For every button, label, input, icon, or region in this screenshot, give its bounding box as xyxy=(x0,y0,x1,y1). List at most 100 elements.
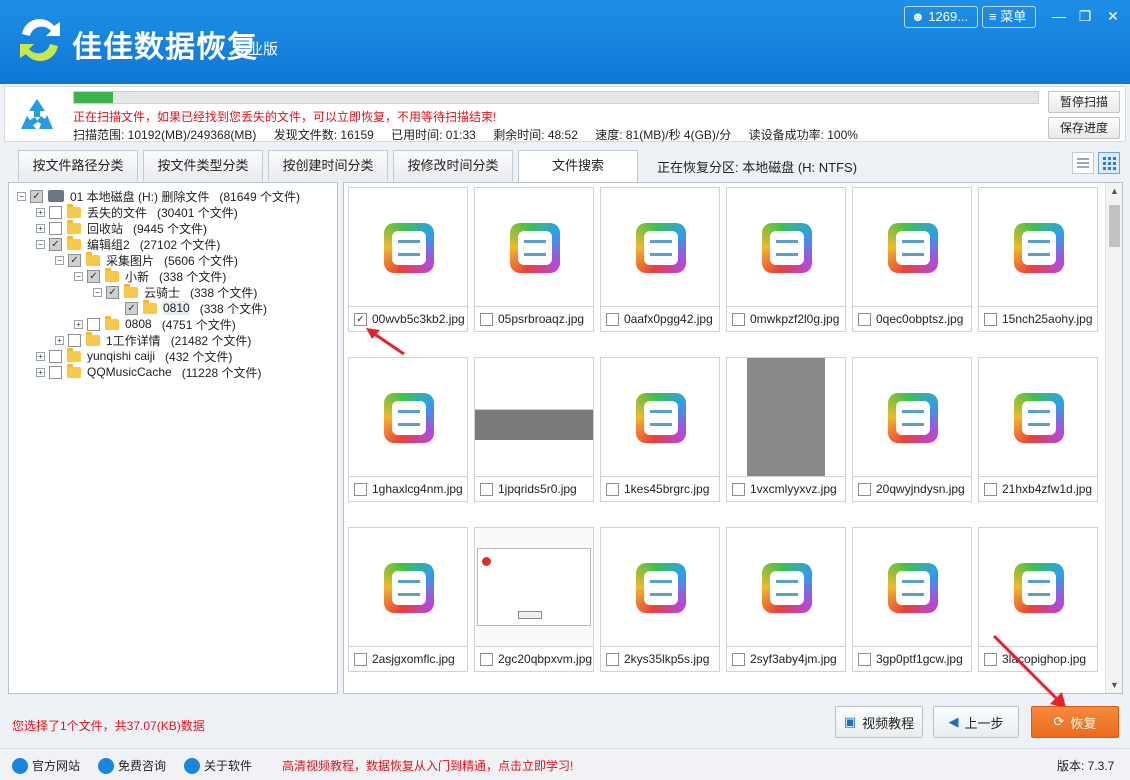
tree-node-work-details[interactable]: + 1工作详情 (21482 个文件) xyxy=(55,331,251,348)
tree-node-xiaoxin[interactable]: − ✓ 小新 (338 个文件) xyxy=(74,267,226,284)
save-progress-button[interactable]: 保存进度 xyxy=(1048,117,1120,139)
expand-toggle-icon[interactable]: + xyxy=(36,207,45,217)
file-tile[interactable]: 15nch25aohy.jpg xyxy=(978,187,1098,333)
file-tile[interactable]: 1kes45brgrc.jpg xyxy=(600,357,720,503)
file-thumbnail[interactable] xyxy=(348,357,468,477)
file-name-row[interactable]: 1ghaxlcg4nm.jpg xyxy=(348,476,468,502)
file-tile[interactable]: ✓ 00wvb5c3kb2.jpg xyxy=(348,187,468,333)
file-tile[interactable]: 0qec0obptsz.jpg xyxy=(852,187,972,333)
file-tile[interactable]: 0aafx0pgg42.jpg xyxy=(600,187,720,333)
file-checkbox[interactable] xyxy=(606,482,619,496)
file-thumbnail[interactable] xyxy=(474,357,594,477)
video-tutorial-button[interactable]: ▣ 视频教程 xyxy=(835,706,923,738)
file-name-row[interactable]: 0qec0obptsz.jpg xyxy=(852,306,972,332)
file-checkbox[interactable] xyxy=(732,312,745,326)
back-button[interactable]: ◀ 上一步 xyxy=(933,706,1019,738)
tree-node-yunqishi[interactable]: − ✓ 云骑士 (338 个文件) xyxy=(93,283,257,300)
menu-button[interactable]: ≡ 菜单 xyxy=(982,6,1036,28)
tree-node-recycle-bin[interactable]: + 回收站 (9445 个文件) xyxy=(36,219,207,236)
file-checkbox[interactable] xyxy=(480,652,493,666)
file-checkbox[interactable] xyxy=(732,482,745,496)
file-thumbnail[interactable] xyxy=(600,527,720,647)
file-name-row[interactable]: 2syf3aby4jm.jpg xyxy=(726,646,846,672)
file-name-row[interactable]: 2kys35lkp5s.jpg xyxy=(600,646,720,672)
expand-toggle-icon[interactable]: + xyxy=(36,223,45,233)
file-thumbnail[interactable] xyxy=(978,187,1098,307)
tree-checkbox[interactable]: ✓ xyxy=(87,269,100,283)
file-checkbox[interactable] xyxy=(858,482,871,496)
file-thumbnail[interactable] xyxy=(852,527,972,647)
file-tile[interactable]: 20qwyjndysn.jpg xyxy=(852,357,972,503)
file-checkbox[interactable] xyxy=(858,312,871,326)
expand-toggle-icon[interactable]: + xyxy=(36,367,45,377)
file-thumbnail[interactable] xyxy=(726,187,846,307)
file-checkbox[interactable]: ✓ xyxy=(354,312,367,326)
file-tile[interactable]: 21hxb4zfw1d.jpg xyxy=(978,357,1098,503)
restore-icon[interactable]: ❐ xyxy=(1074,6,1096,26)
scroll-up-icon[interactable]: ▲ xyxy=(1106,183,1122,199)
file-name-row[interactable]: 2asjgxomflc.jpg xyxy=(348,646,468,672)
file-tile[interactable]: 2syf3aby4jm.jpg xyxy=(726,527,846,673)
tree-checkbox[interactable]: ✓ xyxy=(30,189,43,203)
tree-node-yunqishi-caiji[interactable]: + yunqishi caiji (432 个文件) xyxy=(36,347,232,364)
file-thumbnail[interactable] xyxy=(348,527,468,647)
file-checkbox[interactable] xyxy=(858,652,871,666)
tree-checkbox[interactable] xyxy=(49,349,62,363)
file-thumbnail[interactable] xyxy=(474,527,594,647)
tree-node-drive[interactable]: − ✓ 01 本地磁盘 (H:) 删除文件 (81649 个文件) xyxy=(17,188,300,204)
tab-by-path[interactable]: 按文件路径分类 xyxy=(18,150,138,181)
about-software-link[interactable]: 关于软件 xyxy=(184,757,252,774)
file-tile[interactable]: 2asjgxomflc.jpg xyxy=(348,527,468,673)
file-checkbox[interactable] xyxy=(480,482,493,496)
scroll-down-icon[interactable]: ▼ xyxy=(1106,677,1122,693)
expand-toggle-icon[interactable]: + xyxy=(55,335,64,345)
file-thumbnail[interactable] xyxy=(852,357,972,477)
file-tile[interactable]: 0mwkpzf2l0g.jpg xyxy=(726,187,846,333)
recover-button[interactable]: ⟳ 恢复 xyxy=(1031,706,1119,738)
tree-node-0808[interactable]: + 0808 (4751 个文件) xyxy=(74,315,236,332)
file-name-row[interactable]: 2gc20qbpxvm.jpg xyxy=(474,646,594,672)
tree-node-qqmusiccache[interactable]: + QQMusicCache (11228 个文件) xyxy=(36,363,262,380)
file-name-row[interactable]: 0mwkpzf2l0g.jpg xyxy=(726,306,846,332)
tree-node-edit-group[interactable]: − ✓ 编辑组2 (27102 个文件) xyxy=(36,235,220,252)
file-tile[interactable]: 05psrbroaqz.jpg xyxy=(474,187,594,333)
file-checkbox[interactable] xyxy=(354,652,367,666)
file-checkbox[interactable] xyxy=(984,482,997,496)
tab-by-modified-time[interactable]: 按修改时间分类 xyxy=(393,150,513,181)
file-thumbnail[interactable] xyxy=(726,357,846,477)
file-name-row[interactable]: 1jpqrids5r0.jpg xyxy=(474,476,594,502)
file-checkbox[interactable] xyxy=(732,652,745,666)
tree-checkbox[interactable] xyxy=(68,333,81,347)
official-site-link[interactable]: 官方网站 xyxy=(12,757,80,774)
file-tile[interactable]: 1vxcmlyyxvz.jpg xyxy=(726,357,846,503)
vertical-scrollbar[interactable]: ▲ ▼ xyxy=(1105,183,1122,693)
file-name-row[interactable]: 15nch25aohy.jpg xyxy=(978,306,1098,332)
tree-checkbox[interactable] xyxy=(49,365,62,379)
free-consult-link[interactable]: 免费咨询 xyxy=(98,757,166,774)
file-thumbnail[interactable] xyxy=(852,187,972,307)
tree-node-0810[interactable]: ✓ 0810 (338 个文件) xyxy=(125,299,267,316)
tree-checkbox[interactable]: ✓ xyxy=(68,253,81,267)
file-checkbox[interactable] xyxy=(984,652,997,666)
collapse-toggle-icon[interactable]: − xyxy=(74,271,83,281)
collapse-toggle-icon[interactable]: − xyxy=(17,191,26,201)
scrollbar-thumb[interactable] xyxy=(1109,205,1120,247)
file-thumbnail[interactable] xyxy=(600,187,720,307)
pause-scan-button[interactable]: 暂停扫描 xyxy=(1048,91,1120,113)
file-thumbnail[interactable] xyxy=(474,187,594,307)
file-tile[interactable]: 3gp0ptf1gcw.jpg xyxy=(852,527,972,673)
file-name-row[interactable]: 1vxcmlyyxvz.jpg xyxy=(726,476,846,502)
expand-toggle-icon[interactable]: + xyxy=(36,351,45,361)
list-view-icon[interactable] xyxy=(1072,152,1094,174)
tree-checkbox[interactable] xyxy=(49,205,62,219)
file-name-row[interactable]: ✓ 00wvb5c3kb2.jpg xyxy=(348,306,468,332)
tree-node-collected-images[interactable]: − ✓ 采集图片 (5606 个文件) xyxy=(55,251,238,268)
file-name-row[interactable]: 20qwyjndysn.jpg xyxy=(852,476,972,502)
file-thumbnail[interactable] xyxy=(978,527,1098,647)
expand-toggle-icon[interactable]: + xyxy=(74,319,83,329)
file-name-row[interactable]: 0aafx0pgg42.jpg xyxy=(600,306,720,332)
grid-view-icon[interactable] xyxy=(1098,152,1120,174)
tree-checkbox[interactable]: ✓ xyxy=(106,285,119,299)
file-checkbox[interactable] xyxy=(984,312,997,326)
file-name-row[interactable]: 21hxb4zfw1d.jpg xyxy=(978,476,1098,502)
